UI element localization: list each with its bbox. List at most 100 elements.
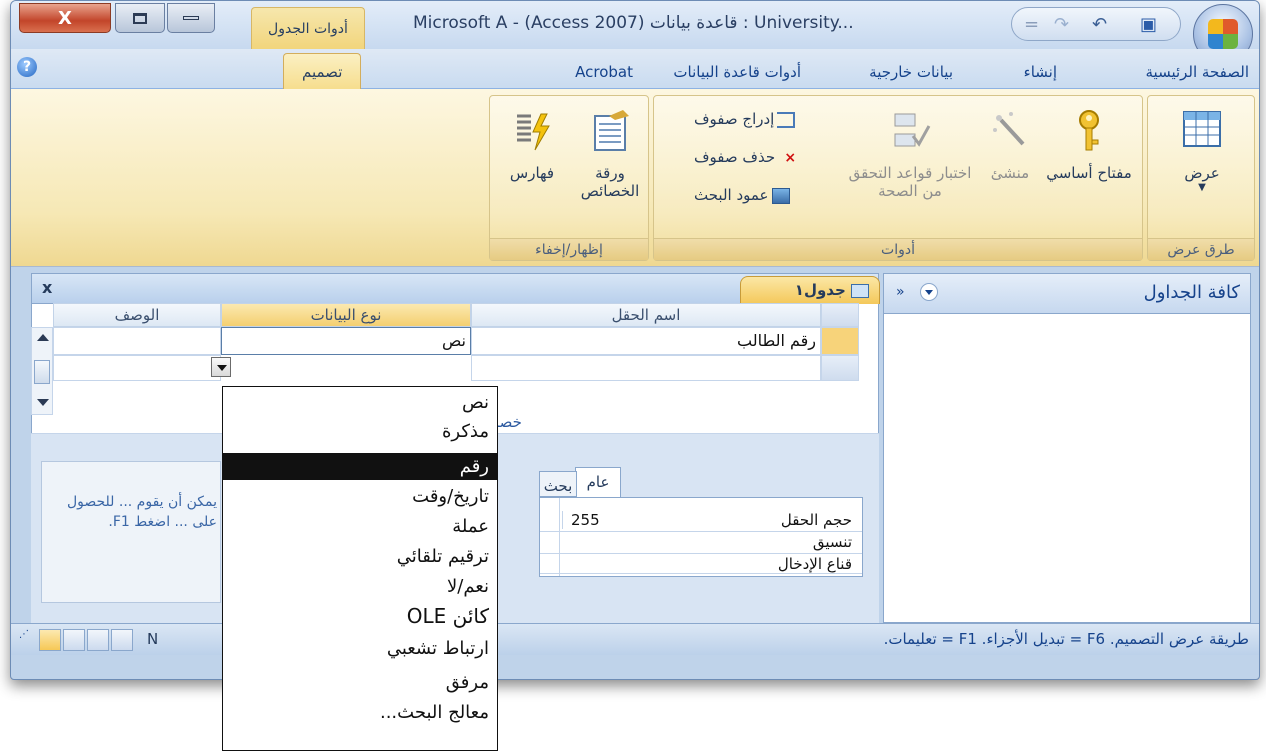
description-cell[interactable] xyxy=(53,327,221,355)
row-selector-current[interactable] xyxy=(821,327,859,355)
dropdown-option-yesno[interactable]: نعم/لا xyxy=(223,573,497,600)
field-help-box: يمكن أن يقوم ... للحصول على ... اضغط F1. xyxy=(41,461,221,603)
office-logo-icon xyxy=(1208,19,1238,49)
save-icon[interactable]: ▣ xyxy=(1140,14,1157,35)
context-tab-table-tools: أدوات الجدول xyxy=(251,7,365,49)
close-document-icon[interactable]: x xyxy=(42,278,52,297)
ribbon: عرض ▼ طرق عرض مفتاح أساسي منشئ اختبار قو… xyxy=(11,89,1259,267)
quick-access-toolbar: = ↷ ↶ ▣ xyxy=(1011,7,1181,41)
test-validation-button[interactable]: اختبار قواعد التحقق من الصحة xyxy=(840,108,980,200)
field-name-cell-empty[interactable] xyxy=(471,355,821,381)
tab-general[interactable]: عام xyxy=(575,467,621,497)
property-row[interactable]: تنسيق xyxy=(540,532,862,554)
dropdown-option-datetime[interactable]: تاريخ/وقت xyxy=(223,483,497,510)
scroll-down-icon[interactable] xyxy=(37,399,49,406)
column-header-description[interactable]: الوصف xyxy=(53,303,221,327)
navigation-pane: » كافة الجداول xyxy=(883,273,1251,623)
access-window: X أدوات الجدول Microsoft A - (Access 200… xyxy=(10,0,1260,680)
navigation-pane-title: كافة الجداول xyxy=(1143,282,1240,303)
dropdown-option-ole-object[interactable]: كائن OLE xyxy=(223,603,497,630)
maximize-button[interactable] xyxy=(115,3,165,33)
document-tab-bar: x جدول١ xyxy=(32,274,880,304)
property-sheet-icon xyxy=(594,110,629,151)
data-type-dropdown-button[interactable] xyxy=(211,357,231,377)
shutter-bar-icon[interactable]: » xyxy=(896,284,905,300)
property-grid: حجم الحقل 255 تنسيق قناع الإدخال xyxy=(539,497,863,577)
description-cell-empty[interactable] xyxy=(53,355,221,381)
property-row[interactable]: قناع الإدخال xyxy=(540,554,862,574)
indexes-icon xyxy=(517,113,550,151)
indexes-button[interactable]: فهارس xyxy=(500,108,564,182)
tab-external-data[interactable]: بيانات خارجية xyxy=(869,63,953,81)
status-bar: ⋰ N طريقة عرض التصميم. F6 = تبديل الأجزا… xyxy=(11,623,1259,655)
property-tabs: عام بحث xyxy=(539,467,623,497)
insert-rows-button[interactable]: إدراج صفوف xyxy=(694,110,796,128)
datasheet-view-icon xyxy=(1183,111,1221,147)
field-name-cell[interactable]: رقم الطالب xyxy=(471,327,821,355)
group-views: عرض ▼ طرق عرض xyxy=(1147,95,1255,261)
group-label-tools: أدوات xyxy=(654,238,1142,260)
help-icon[interactable]: ? xyxy=(17,57,37,77)
tab-database-tools[interactable]: أدوات قاعدة البيانات xyxy=(673,63,801,81)
property-sheet-button[interactable]: ورقة الخصائص xyxy=(574,108,646,200)
resize-grip-icon: ⋰ xyxy=(19,629,29,640)
tab-design[interactable]: تصميم xyxy=(283,53,362,90)
pivotchart-view-icon[interactable] xyxy=(63,629,85,651)
dropdown-option-hyperlink[interactable]: ارتباط تشعبي xyxy=(223,635,497,662)
navigation-pane-header[interactable]: » كافة الجداول xyxy=(884,274,1250,314)
minimize-button[interactable] xyxy=(167,3,215,33)
group-show-hide: ورقة الخصائص فهارس إظهار/إخفاء xyxy=(489,95,649,261)
scroll-thumb[interactable] xyxy=(34,360,50,384)
nav-menu-dropdown-icon[interactable] xyxy=(920,283,938,301)
row-selector[interactable] xyxy=(821,355,859,381)
window-title: Microsoft A - (Access 2007) قاعدة بيانات… xyxy=(413,13,854,33)
title-bar: X أدوات الجدول Microsoft A - (Access 200… xyxy=(11,1,1259,64)
group-label-show-hide: إظهار/إخفاء xyxy=(490,238,648,260)
key-icon xyxy=(1079,110,1099,151)
dropdown-option-attachment[interactable]: مرفق xyxy=(223,669,497,696)
builder-wand-icon xyxy=(993,112,1025,146)
close-window-button[interactable]: X xyxy=(19,3,111,33)
column-header-data-type[interactable]: نوع البيانات xyxy=(221,303,471,327)
grid-vertical-scrollbar[interactable] xyxy=(31,327,53,415)
data-type-cell[interactable]: نص xyxy=(221,327,471,355)
delete-rows-icon: × xyxy=(784,149,797,166)
dropdown-option-currency[interactable]: عملة xyxy=(223,513,497,540)
view-button[interactable]: عرض ▼ xyxy=(1164,108,1240,193)
tab-create[interactable]: إنشاء xyxy=(1024,63,1057,81)
tab-acrobat[interactable]: Acrobat xyxy=(575,63,633,81)
table-icon xyxy=(851,283,869,298)
dropdown-option-memo[interactable]: مذكرة xyxy=(223,418,497,445)
document-tab[interactable]: جدول١ xyxy=(740,276,880,304)
lookup-column-icon xyxy=(771,187,790,204)
close-icon: X xyxy=(58,7,72,29)
dropdown-option-number[interactable]: رقم xyxy=(223,453,497,480)
dropdown-option-lookup-wizard[interactable]: معالج البحث... xyxy=(223,699,497,726)
group-tools: مفتاح أساسي منشئ اختبار قواعد التحقق من … xyxy=(653,95,1143,261)
pivottable-view-icon[interactable] xyxy=(87,629,109,651)
lookup-column-button[interactable]: عمود البحث xyxy=(694,186,790,204)
column-header-field-name[interactable]: اسم الحقل xyxy=(471,303,821,327)
tab-lookup[interactable]: بحث xyxy=(539,471,577,497)
dropdown-option-text[interactable]: نص xyxy=(223,389,497,416)
tab-home[interactable]: الصفحة الرئيسية xyxy=(1146,63,1250,81)
property-row[interactable]: حجم الحقل 255 xyxy=(540,510,862,532)
datasheet-view-status-icon[interactable] xyxy=(111,629,133,651)
ribbon-tabs: ? الصفحة الرئيسية إنشاء بيانات خارجية أد… xyxy=(11,49,1259,90)
status-fragment: N xyxy=(147,630,159,648)
primary-key-button[interactable]: مفتاح أساسي xyxy=(1044,108,1134,182)
field-help-text: يمكن أن يقوم ... للحصول على ... اضغط F1. xyxy=(66,494,217,530)
customize-qat-icon[interactable]: = xyxy=(1024,14,1039,35)
delete-rows-button[interactable]: ×حذف صفوف xyxy=(694,148,796,166)
group-label-views: طرق عرض xyxy=(1148,238,1254,260)
dropdown-option-autonumber[interactable]: ترقيم تلقائي xyxy=(223,543,497,570)
redo-icon[interactable]: ↷ xyxy=(1054,14,1069,35)
undo-icon[interactable]: ↶ xyxy=(1092,14,1107,35)
chevron-down-icon: ▼ xyxy=(1198,182,1206,193)
builder-button[interactable]: منشئ xyxy=(982,108,1038,182)
select-all-corner[interactable] xyxy=(821,303,859,327)
insert-rows-icon xyxy=(777,111,796,128)
scroll-up-icon[interactable] xyxy=(37,334,49,341)
design-view-icon[interactable] xyxy=(39,629,61,651)
data-type-dropdown-list: نص مذكرة رقم تاريخ/وقت عملة ترقيم تلقائي… xyxy=(222,386,498,751)
